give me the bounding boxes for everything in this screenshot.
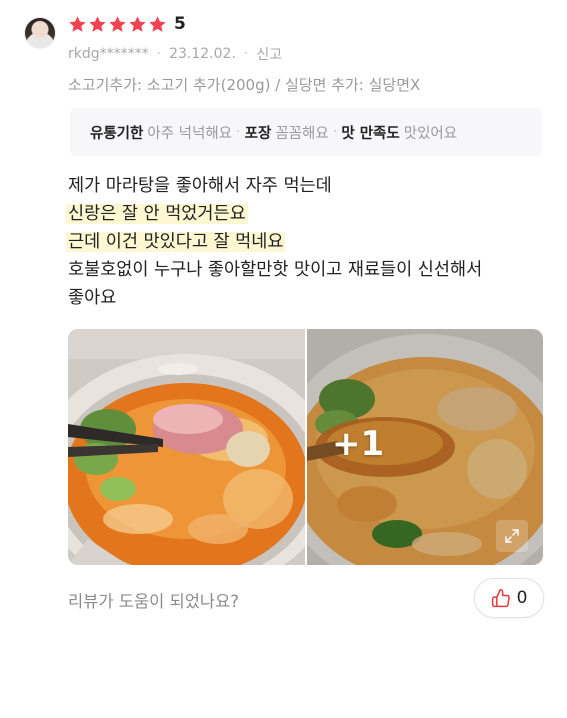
star-icon: [148, 15, 167, 34]
attribute-value: 아주 넉넉해요: [147, 125, 233, 142]
rating-value: 5: [174, 14, 186, 34]
star-icon: [88, 15, 107, 34]
star-icon: [128, 15, 147, 34]
review-line-highlighted: 신랑은 잘 안 먹었거든요: [66, 204, 248, 224]
expand-icon: [505, 529, 519, 543]
review-line: 제가 마라탕을 좋아해서 자주 먹는데: [68, 172, 543, 200]
attribute-separator: ·: [236, 124, 241, 140]
attribute-separator: ·: [332, 124, 338, 140]
review-line: 좋아요: [68, 284, 543, 312]
review-photos: [68, 329, 543, 565]
review-date: 23.12.02.: [169, 46, 236, 62]
attribute-key: 유통기한: [90, 125, 144, 142]
extra-photo-count: +1: [332, 424, 385, 464]
review-attributes: 유통기한 아주 넉넉해요 · 포장 꼼꼼해요 · 맛 만족도 맛있어요: [70, 108, 542, 156]
review-line-text: 좋아요: [68, 288, 117, 308]
separator-dot: ·: [243, 46, 249, 62]
star-icon: [68, 15, 87, 34]
review-line-highlighted: 근데 이건 맛있다고 잘 먹네요: [66, 232, 286, 252]
review-meta: rkdg******* · 23.12.02. · 신고: [68, 44, 282, 64]
purchase-options: 소고기추가: 소고기 추가(200g) / 실당면 추가: 실당면X: [68, 76, 421, 94]
expand-photos-button[interactable]: [496, 520, 528, 552]
attribute-value: 맛있어요: [403, 125, 458, 142]
avatar[interactable]: [24, 17, 56, 49]
attribute-key: 포장: [244, 125, 272, 142]
review-photo[interactable]: [68, 329, 305, 565]
review-line: 신랑은 잘 안 먹었거든요: [66, 200, 543, 228]
like-button[interactable]: 0: [474, 578, 544, 618]
report-link[interactable]: 신고: [256, 44, 282, 64]
review-line: 근데 이건 맛있다고 잘 먹네요: [66, 228, 543, 256]
separator-dot: ·: [156, 46, 162, 62]
like-count: 0: [516, 588, 528, 608]
review-line: 호불호없이 누구나 좋아할만핫 맛이고 재료들이 신선해서: [68, 256, 543, 284]
helpful-question: 리뷰가 도움이 되었나요?: [68, 592, 240, 611]
review-body: 제가 마라탕을 좋아해서 자주 먹는데 신랑은 잘 안 먹었거든요 근데 이건 …: [66, 172, 543, 312]
review-line-text: 제가 마라탕을 좋아해서 자주 먹는데: [68, 176, 332, 196]
thumbs-up-icon: [491, 588, 510, 608]
review-line-text: 호불호없이 누구나 좋아할만핫 맛이고 재료들이 신선해서: [68, 260, 483, 280]
star-icon: [108, 15, 127, 34]
username: rkdg*******: [68, 46, 149, 62]
attribute-key: 맛 만족도: [341, 125, 400, 142]
attribute-value: 꼼꼼해요: [275, 125, 329, 142]
rating-stars: 5: [68, 15, 186, 34]
